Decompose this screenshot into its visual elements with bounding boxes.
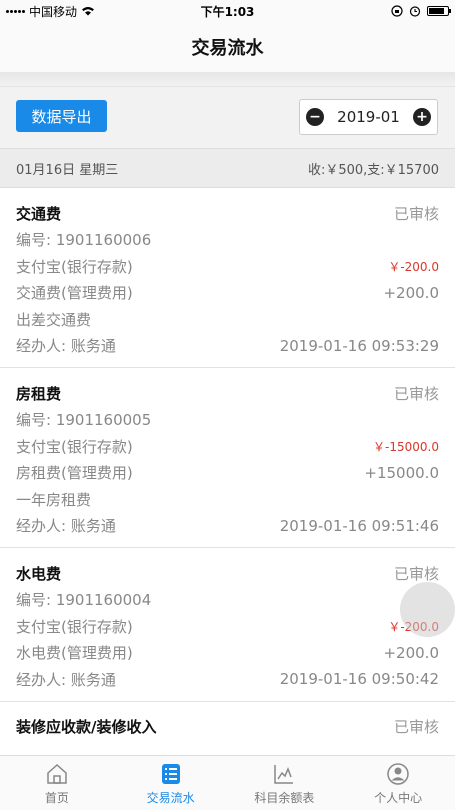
battery-icon	[427, 6, 451, 16]
tab-bar: 首页 交易流水 科目余额表 个人中心	[0, 755, 455, 810]
record-title-row: 房租费 已审核	[16, 380, 439, 407]
month-picker: − 2019-01 +	[299, 99, 438, 135]
day-summary: 收:￥500,支:￥15700	[307, 162, 439, 178]
tab-balance-sheet[interactable]: 科目余额表	[228, 756, 342, 810]
credit-amount: +200.0	[383, 283, 439, 302]
tab-home[interactable]: 首页	[0, 756, 114, 810]
ledger-icon	[158, 761, 184, 787]
record-number: 编号: 1901160006	[16, 231, 152, 250]
handler-row: 经办人: 账务通 2019-01-16 09:53:29	[16, 333, 439, 360]
record-title: 房租费	[16, 384, 62, 403]
export-data-button[interactable]: 数据导出	[16, 100, 107, 132]
record-time: 2019-01-16 09:50:42	[279, 670, 439, 689]
debit-row: 支付宝(银行存款) ￥-200.0	[16, 613, 439, 640]
battery-fill	[429, 8, 445, 14]
debit-account: 支付宝(银行存款)	[16, 437, 133, 456]
floating-assistive-button[interactable]	[400, 582, 455, 637]
chart-icon	[271, 761, 297, 787]
list-item[interactable]: 交通费 已审核 编号: 1901160006 支付宝(银行存款) ￥-200.0…	[0, 188, 455, 368]
debit-account: 支付宝(银行存款)	[16, 617, 133, 636]
credit-amount: +15000.0	[364, 463, 439, 482]
record-handler: 经办人: 账务通	[16, 337, 116, 356]
record-number: 编号: 1901160005	[16, 411, 152, 430]
tab-label: 交易流水	[146, 790, 195, 805]
record-title-row: 交通费 已审核	[16, 200, 439, 227]
day-date: 01月16日 星期三	[16, 162, 119, 178]
record-number: 编号: 1901160004	[16, 591, 152, 610]
list-item[interactable]: 装修应收款/装修收入 已审核	[0, 702, 455, 749]
record-number-row: 编号: 1901160006	[16, 227, 439, 254]
credit-row: 水电费(管理费用) +200.0	[16, 640, 439, 667]
debit-row: 支付宝(银行存款) ￥-200.0	[16, 253, 439, 280]
record-note: 出差交通费	[16, 310, 92, 329]
toolbar: 数据导出 − 2019-01 +	[0, 86, 455, 148]
record-time: 2019-01-16 09:51:46	[279, 516, 439, 535]
signal-icon	[6, 9, 25, 13]
tab-transactions[interactable]: 交易流水	[114, 756, 228, 810]
record-time: 2019-01-16 09:53:29	[279, 336, 439, 355]
nav-divider	[0, 72, 455, 86]
tab-profile[interactable]: 个人中心	[341, 756, 455, 810]
tab-label: 个人中心	[374, 790, 423, 805]
record-title: 装修应收款/装修收入	[16, 718, 157, 737]
record-note: 一年房租费	[16, 490, 92, 509]
day-header: 01月16日 星期三 收:￥500,支:￥15700	[0, 148, 455, 188]
status-right	[391, 5, 451, 17]
credit-account: 房租费(管理费用)	[16, 464, 133, 483]
rotation-lock-icon	[391, 5, 403, 17]
prev-month-icon[interactable]: −	[306, 108, 324, 126]
record-handler: 经办人: 账务通	[16, 517, 116, 536]
note-row: 出差交通费	[16, 306, 439, 333]
note-row: 一年房租费	[16, 486, 439, 513]
wifi-icon	[82, 7, 95, 16]
status-badge: 已审核	[393, 564, 439, 583]
credit-account: 水电费(管理费用)	[16, 644, 133, 663]
record-handler: 经办人: 账务通	[16, 670, 116, 689]
record-number-row: 编号: 1901160005	[16, 407, 439, 434]
debit-row: 支付宝(银行存款) ￥-15000.0	[16, 433, 439, 460]
carrier-label: 中国移动	[29, 4, 78, 19]
list-item[interactable]: 房租费 已审核 编号: 1901160005 支付宝(银行存款) ￥-15000…	[0, 368, 455, 548]
record-number-row: 编号: 1901160004	[16, 587, 439, 614]
tab-label: 首页	[44, 790, 69, 805]
record-title-row: 水电费 已审核	[16, 560, 439, 587]
status-left: 中国移动	[6, 3, 95, 20]
tab-label: 科目余额表	[254, 790, 315, 805]
debit-account: 支付宝(银行存款)	[16, 257, 133, 276]
transaction-list: 交通费 已审核 编号: 1901160006 支付宝(银行存款) ￥-200.0…	[0, 188, 455, 755]
handler-row: 经办人: 账务通 2019-01-16 09:50:42	[16, 666, 439, 693]
credit-account: 交通费(管理费用)	[16, 284, 133, 303]
nav-bar: 交易流水	[0, 22, 455, 72]
home-icon	[44, 761, 70, 787]
user-icon	[385, 761, 411, 787]
credit-row: 房租费(管理费用) +15000.0	[16, 460, 439, 487]
handler-row: 经办人: 账务通 2019-01-16 09:51:46	[16, 513, 439, 540]
month-value[interactable]: 2019-01	[337, 108, 400, 126]
status-badge: 已审核	[393, 718, 439, 737]
status-badge: 已审核	[393, 204, 439, 223]
credit-amount: +200.0	[383, 643, 439, 662]
status-badge: 已审核	[393, 384, 439, 403]
page-title: 交易流水	[191, 38, 264, 59]
next-month-icon[interactable]: +	[413, 108, 431, 126]
alarm-icon	[409, 6, 421, 17]
record-title: 水电费	[16, 564, 62, 583]
record-title-row: 装修应收款/装修收入 已审核	[16, 714, 439, 741]
list-item[interactable]: 水电费 已审核 编号: 1901160004 支付宝(银行存款) ￥-200.0…	[0, 548, 455, 702]
debit-amount: ￥-200.0	[388, 259, 439, 274]
debit-amount: ￥-15000.0	[373, 439, 439, 454]
status-bar: 中国移动 下午1:03	[0, 0, 455, 22]
credit-row: 交通费(管理费用) +200.0	[16, 280, 439, 307]
record-title: 交通费	[16, 204, 62, 223]
